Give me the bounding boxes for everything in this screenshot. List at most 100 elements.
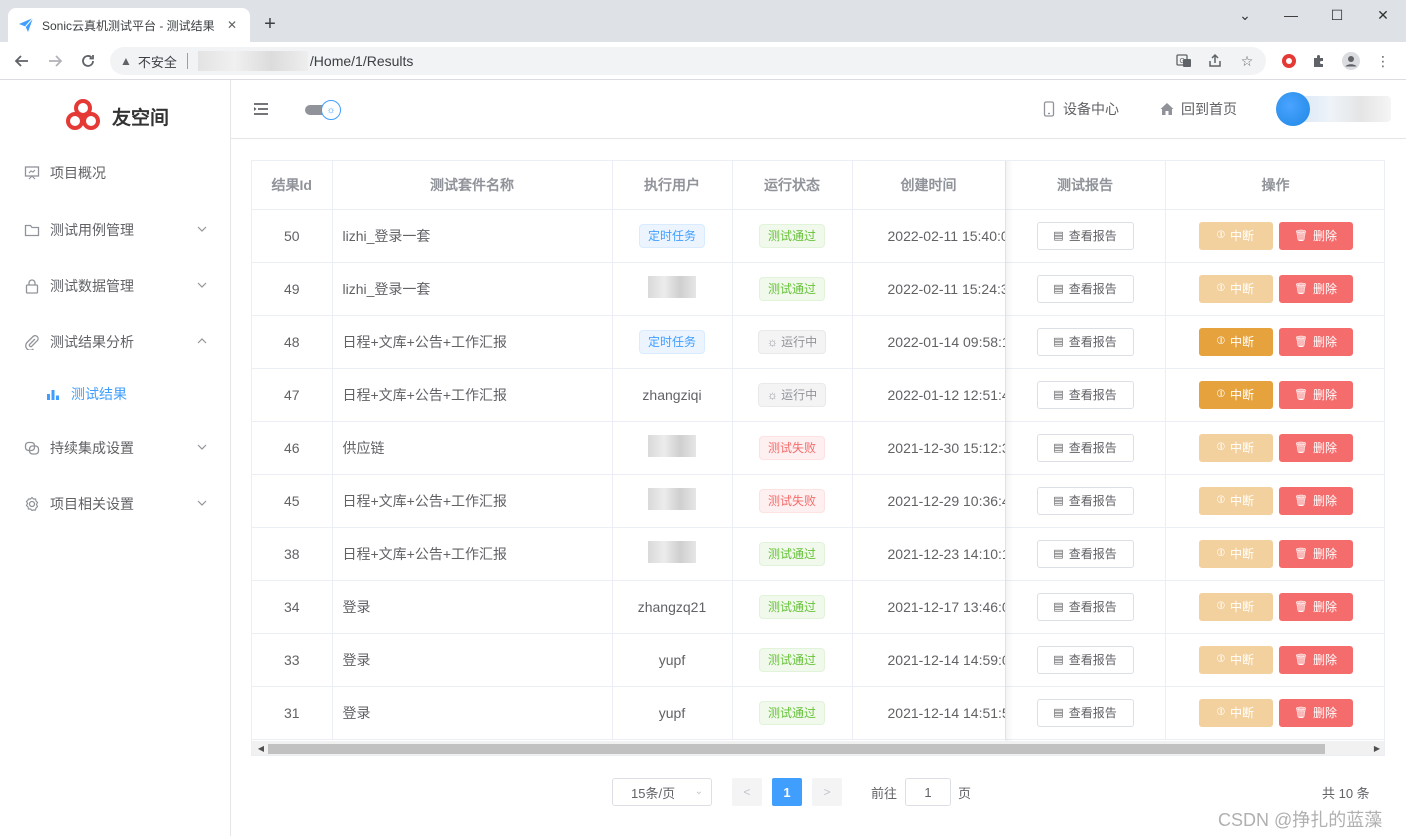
scrollbar-thumb[interactable] — [268, 744, 1325, 754]
stop-button[interactable]: ⦶ 中断 — [1198, 380, 1273, 409]
page-number-button[interactable]: 1 — [772, 778, 802, 806]
button-label: 删除 — [1312, 335, 1337, 349]
view-report-button[interactable]: ▤ 查看报告 — [1036, 645, 1134, 674]
tab-close-icon[interactable]: ✕ — [224, 18, 240, 32]
device-center-link[interactable]: 设备中心 — [1041, 99, 1119, 119]
device-center-label: 设备中心 — [1063, 101, 1119, 117]
delete-button[interactable]: 🗑︎ 删除 — [1278, 698, 1353, 727]
button-label: 中断 — [1229, 441, 1254, 455]
button-label: 删除 — [1312, 706, 1337, 720]
page-size-select[interactable]: 15条/页 ⌄ — [612, 778, 712, 806]
view-report-button[interactable]: ▤ 查看报告 — [1036, 274, 1134, 303]
cell-user: 定时任务 — [612, 315, 733, 369]
redacted-host — [197, 51, 308, 71]
sidebar-item-test-results[interactable]: 测试结果 — [0, 366, 230, 422]
phone-icon — [1041, 101, 1057, 117]
delete-button[interactable]: 🗑︎ 删除 — [1278, 645, 1353, 674]
minimize-icon[interactable]: — — [1268, 0, 1314, 30]
extension-red-icon[interactable] — [1279, 51, 1299, 71]
view-report-button[interactable]: ▤ 查看报告 — [1036, 380, 1134, 409]
maximize-icon[interactable]: ☐ — [1314, 0, 1360, 30]
chevron-down-icon[interactable]: ⌄ — [1222, 0, 1268, 30]
sidebar-item-result-analysis[interactable]: 测试结果分析 — [0, 314, 230, 370]
cell-created-time: 2021-12-14 14:51:5 — [852, 686, 1006, 740]
delete-button[interactable]: 🗑︎ 删除 — [1278, 327, 1353, 356]
back-home-link[interactable]: 回到首页 — [1159, 99, 1237, 119]
column-header: 测试报告 — [1005, 161, 1166, 210]
view-report-button[interactable]: ▤ 查看报告 — [1036, 327, 1134, 356]
divider — [186, 53, 188, 69]
more-vertical-icon[interactable]: ⋮ — [1373, 51, 1393, 71]
results-table: 结果Id 测试套件名称 执行用户 运行状态 创建时间 测试报告 操作 50 lizhi_登录… — [251, 160, 1385, 756]
browser-tab[interactable]: Sonic云真机测试平台 - 测试结果 ✕ — [8, 8, 250, 42]
paper-plane-icon — [18, 17, 34, 33]
cell-created-time: 2021-12-29 10:36:4 — [852, 474, 1006, 528]
translate-icon[interactable]: G — [1174, 51, 1194, 71]
sidebar-item-project-settings[interactable]: 项目相关设置 — [0, 476, 230, 532]
sidebar-item-test-data[interactable]: 测试数据管理 — [0, 258, 230, 314]
scroll-left-icon[interactable]: ◀ — [256, 744, 266, 754]
horizontal-scrollbar[interactable]: ◀ ▶ — [252, 741, 1384, 755]
cell-status: 测试通过 — [732, 262, 853, 316]
trash-icon: 🗑︎ — [1294, 495, 1308, 507]
share-icon[interactable] — [1205, 51, 1225, 71]
logo-text: 友空间 — [112, 107, 170, 129]
view-report-button[interactable]: ▤ 查看报告 — [1036, 698, 1134, 727]
cell-id: 50 — [252, 209, 333, 263]
collapse-menu-icon[interactable] — [252, 100, 270, 118]
cell-id: 46 — [252, 421, 333, 475]
reload-icon[interactable] — [76, 49, 100, 73]
delete-button[interactable]: 🗑︎ 删除 — [1278, 380, 1353, 409]
cell-status: 测试通过 — [732, 686, 853, 740]
sidebar-item-test-cases[interactable]: 测试用例管理 — [0, 202, 230, 258]
view-report-button[interactable]: ▤ 查看报告 — [1036, 486, 1134, 515]
profile-icon[interactable] — [1341, 51, 1361, 71]
cell-actions: ⦶ 中断 🗑︎ 删除 — [1165, 368, 1384, 422]
delete-button[interactable]: 🗑︎ 删除 — [1278, 221, 1353, 250]
chevron-down-icon — [197, 500, 207, 506]
stop-button[interactable]: ⦶ 中断 — [1198, 327, 1273, 356]
cell-user — [612, 421, 733, 475]
sidebar-item-overview[interactable]: 项目概况 — [0, 145, 230, 201]
address-bar[interactable]: ▲ 不安全 /Home/1/Results — [110, 47, 1266, 75]
delete-button[interactable]: 🗑︎ 删除 — [1278, 539, 1353, 568]
table-row: 48 日程+文库+公告+工作汇报 定时任务 ☼ 运行中 2022-01-14 0… — [252, 315, 1384, 369]
cell-id: 34 — [252, 580, 333, 634]
forward-icon[interactable] — [43, 49, 67, 73]
stop-icon: ⦶ — [1216, 229, 1225, 241]
cell-report: ▤ 查看报告 — [1005, 262, 1166, 316]
delete-button[interactable]: 🗑︎ 删除 — [1278, 274, 1353, 303]
stop-icon: ⦶ — [1216, 706, 1225, 718]
sidebar-item-label: 项目概况 — [50, 165, 106, 181]
avatar[interactable] — [1276, 92, 1310, 126]
puzzle-icon[interactable] — [1309, 51, 1329, 71]
bookmark-star-icon[interactable]: ☆ — [1237, 51, 1257, 71]
presentation-icon — [24, 165, 40, 181]
cell-user: yupf — [612, 686, 733, 740]
view-report-button[interactable]: ▤ 查看报告 — [1036, 433, 1134, 462]
watermark: CSDN @挣扎的蓝藻 — [1218, 810, 1383, 830]
delete-button[interactable]: 🗑︎ 删除 — [1278, 592, 1353, 621]
trash-icon: 🗑︎ — [1294, 654, 1308, 666]
new-tab-icon[interactable]: + — [258, 12, 282, 36]
prev-page-button[interactable]: < — [732, 778, 762, 806]
document-icon: ▤ — [1053, 548, 1064, 560]
delete-button[interactable]: 🗑︎ 删除 — [1278, 486, 1353, 515]
view-report-button[interactable]: ▤ 查看报告 — [1036, 221, 1134, 250]
theme-toggle[interactable]: ☼ — [305, 100, 341, 120]
app-header: ☼ 设备中心 回到首页 — [231, 80, 1406, 139]
redacted-user — [648, 541, 696, 563]
view-report-button[interactable]: ▤ 查看报告 — [1036, 592, 1134, 621]
sidebar-item-ci-settings[interactable]: 持续集成设置 — [0, 420, 230, 476]
back-icon[interactable] — [10, 49, 34, 73]
close-window-icon[interactable]: ✕ — [1360, 0, 1406, 30]
delete-button[interactable]: 🗑︎ 删除 — [1278, 433, 1353, 462]
button-label: 中断 — [1229, 706, 1254, 720]
cell-user — [612, 262, 733, 316]
scroll-right-icon[interactable]: ▶ — [1372, 744, 1382, 754]
goto-page-input[interactable]: 1 — [905, 778, 951, 806]
view-report-button[interactable]: ▤ 查看报告 — [1036, 539, 1134, 568]
app-logo[interactable]: 友空间 — [64, 97, 169, 135]
cell-user: yupf — [612, 633, 733, 687]
next-page-button[interactable]: > — [812, 778, 842, 806]
